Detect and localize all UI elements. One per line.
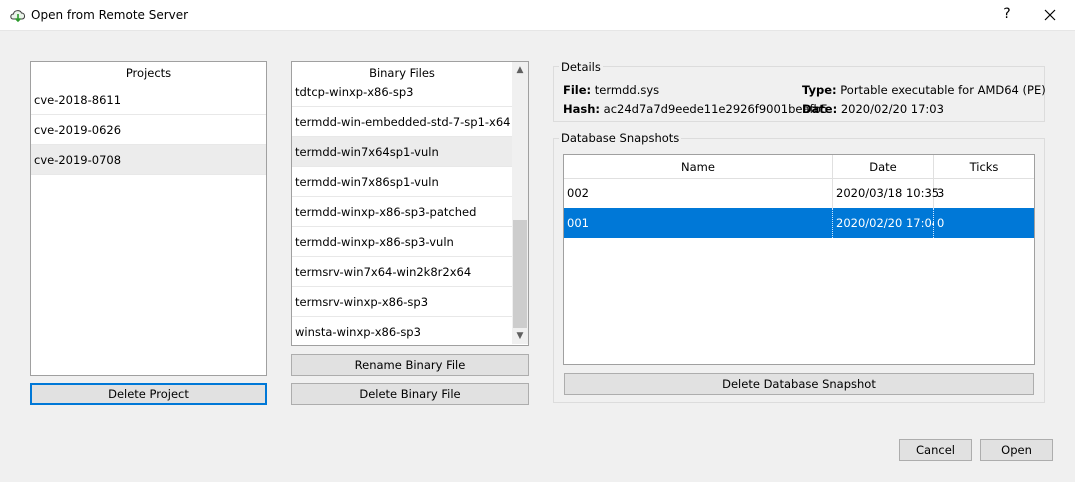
date-field: Date: 2020/02/20 17:03 — [802, 102, 944, 116]
hash-value: ac24d7a7d9eede11e2926f9001beafb5 — [603, 102, 829, 116]
snapshot-ticks[interactable]: 3 — [934, 178, 1034, 208]
close-icon[interactable] — [1042, 6, 1058, 24]
binary-file-item[interactable]: tdtcp-winxp-x86-sp3 — [292, 77, 512, 107]
column-header-ticks[interactable]: Ticks — [934, 155, 1034, 179]
column-header-date[interactable]: Date — [833, 155, 934, 179]
binary-file-item[interactable]: termdd-winxp-x86-sp3-vuln — [292, 227, 512, 257]
delete-project-button[interactable]: Delete Project — [30, 383, 267, 405]
delete-binary-file-button[interactable]: Delete Binary File — [291, 383, 529, 405]
binary-files-scrollbar[interactable]: ▲ ▼ — [512, 62, 528, 344]
projects-header: Projects — [31, 62, 266, 84]
binary-file-item[interactable]: termdd-winxp-x86-sp3-patched — [292, 197, 512, 227]
file-field: File: termdd.sys — [563, 83, 659, 97]
hash-field: Hash: ac24d7a7d9eede11e2926f9001beafb5 — [563, 102, 828, 116]
type-field: Type: Portable executable for AMD64 (PE) — [802, 83, 1046, 97]
binary-file-item[interactable]: termdd-win7x86sp1-vuln — [292, 167, 512, 197]
snapshot-date[interactable]: 2020/03/18 10:35 — [833, 178, 939, 208]
binary-file-item[interactable]: termsrv-winxp-x86-sp3 — [292, 287, 512, 317]
snapshot-date[interactable]: 2020/02/20 17:04 — [833, 208, 939, 238]
title-bar: Open from Remote Server ? — [0, 0, 1075, 31]
scroll-down-icon[interactable]: ▼ — [512, 328, 528, 344]
binary-file-item[interactable]: termsrv-win7x64-win2k8r2x64 — [292, 257, 512, 287]
type-key: Type: — [802, 83, 837, 97]
open-button[interactable]: Open — [980, 439, 1053, 461]
window-title: Open from Remote Server — [31, 8, 189, 22]
cancel-button[interactable]: Cancel — [899, 439, 972, 461]
date-value: 2020/02/20 17:03 — [840, 102, 944, 116]
delete-snapshot-button[interactable]: Delete Database Snapshot — [564, 373, 1034, 395]
snapshots-label: Database Snapshots — [559, 131, 682, 145]
rename-binary-file-button[interactable]: Rename Binary File — [291, 354, 529, 376]
scroll-up-icon[interactable]: ▲ — [512, 62, 528, 78]
details-label: Details — [559, 60, 603, 74]
hash-key: Hash: — [563, 102, 601, 116]
date-key: Date: — [802, 102, 838, 116]
type-value: Portable executable for AMD64 (PE) — [840, 83, 1046, 97]
binary-files-list[interactable]: Binary Files tdtcp-winxp-x86-sp3 termdd-… — [291, 61, 529, 346]
column-header-name[interactable]: Name — [564, 155, 833, 179]
scrollbar-thumb[interactable] — [513, 220, 527, 328]
snapshot-ticks[interactable]: 0 — [934, 208, 1034, 238]
project-item[interactable]: cve-2019-0626 — [31, 115, 266, 145]
file-key: File: — [563, 83, 592, 97]
project-item-selected[interactable]: cve-2019-0708 — [31, 145, 266, 175]
binary-file-item[interactable]: termdd-win-embedded-std-7-sp1-x64 — [292, 107, 512, 137]
binary-file-item[interactable]: winsta-winxp-x86-sp3 — [292, 317, 512, 345]
help-button[interactable]: ? — [1000, 6, 1014, 22]
snapshots-table[interactable]: Name Date Ticks 002 2020/03/18 10:35 3 0… — [563, 154, 1035, 365]
cloud-download-icon — [10, 10, 26, 23]
binary-file-item-selected[interactable]: termdd-win7x64sp1-vuln — [292, 137, 512, 167]
snapshot-name[interactable]: 001 — [564, 208, 833, 238]
snapshot-name[interactable]: 002 — [564, 178, 833, 208]
project-item[interactable]: cve-2018-8611 — [31, 85, 266, 115]
projects-list[interactable]: Projects cve-2018-8611 cve-2019-0626 cve… — [30, 61, 267, 376]
file-value: termdd.sys — [594, 83, 660, 97]
